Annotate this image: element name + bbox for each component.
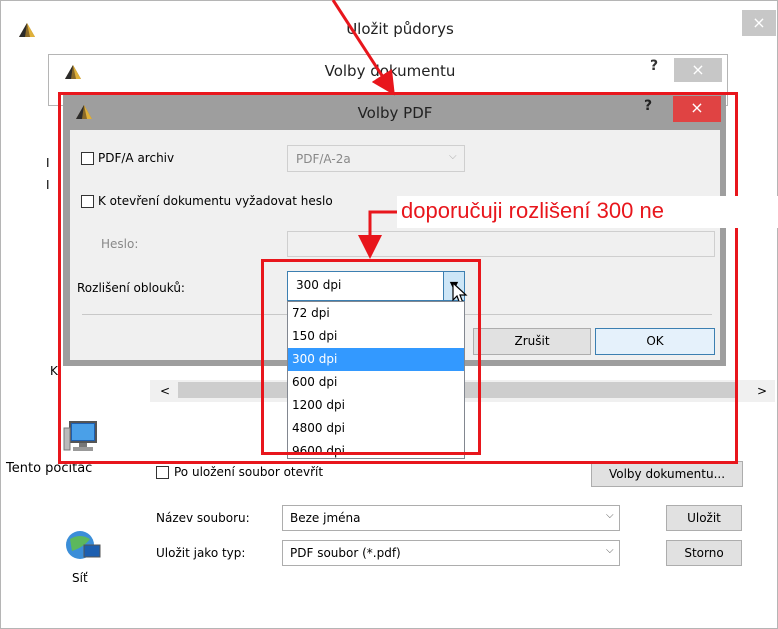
filetype-label: Uložit jako typ:: [156, 546, 246, 560]
annotation-label: doporučuji rozlišení 300 ne: [401, 198, 664, 223]
app-logo-icon: [18, 22, 36, 38]
network-icon[interactable]: [62, 527, 104, 563]
document-options-button[interactable]: Volby dokumentu...: [591, 461, 743, 487]
filetype-value: PDF soubor (*.pdf): [290, 546, 401, 560]
save-dialog-close-button[interactable]: ×: [742, 10, 776, 36]
scroll-right-arrow-icon[interactable]: >: [757, 384, 767, 398]
filename-label: Název souboru:: [156, 511, 250, 525]
open-after-save-label[interactable]: Po uložení soubor otevřít: [174, 465, 323, 479]
save-button[interactable]: Uložit: [666, 505, 742, 531]
partial-text: I: [46, 156, 50, 170]
annotation-frame-dropdown: [261, 259, 481, 455]
app-logo-icon: [64, 64, 82, 80]
close-icon: ×: [752, 13, 766, 32]
network-label[interactable]: Síť: [72, 571, 88, 585]
save-dialog-title: Uložit půdorys: [346, 20, 454, 38]
filename-value: Beze jména: [290, 511, 361, 525]
chevron-down-icon[interactable]: ⌵: [606, 510, 614, 521]
open-after-save-checkbox[interactable]: [156, 466, 169, 479]
help-icon[interactable]: ?: [650, 58, 658, 74]
partial-text: I: [46, 178, 50, 192]
chevron-down-icon[interactable]: ⌵: [606, 545, 614, 556]
document-options-title: Volby dokumentu: [324, 62, 456, 80]
close-icon: ×: [691, 60, 705, 79]
cancel-button[interactable]: Storno: [666, 540, 742, 566]
partial-text: K: [50, 364, 58, 378]
document-options-close-button[interactable]: ×: [674, 58, 722, 82]
